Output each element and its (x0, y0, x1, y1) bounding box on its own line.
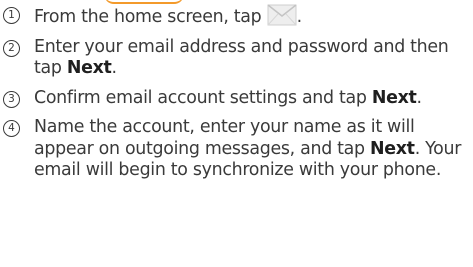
step-2-next-label: Next (66, 58, 112, 78)
step-2-number: 2 (3, 39, 20, 57)
step-4: 4 Name the account, enter your name as i… (0, 117, 473, 182)
step-2-text-end: . (111, 58, 118, 78)
step-1-text-end: . (296, 7, 303, 27)
step-4-next-label: Next (370, 138, 415, 159)
step-4-text: Name the account, enter your name as it … (34, 117, 415, 159)
instruction-steps: 1 From the home screen, tap . 2 Enter yo… (0, 4, 473, 190)
step-3-text-end: . (416, 87, 423, 108)
step-3-text: Confirm email account settings and tap (34, 87, 372, 108)
step-3: 3 Confirm email account settings and tap… (0, 88, 473, 110)
step-1: 1 From the home screen, tap . (0, 4, 473, 29)
step-1-number: 1 (3, 7, 20, 24)
email-icon (267, 4, 297, 26)
step-4-number: 4 (3, 120, 20, 137)
step-2: 2 Enter your email address and password … (0, 37, 473, 80)
step-3-number: 3 (3, 90, 20, 108)
step-1-text: From the home screen, tap (34, 7, 267, 27)
step-3-next-label: Next (371, 87, 417, 108)
